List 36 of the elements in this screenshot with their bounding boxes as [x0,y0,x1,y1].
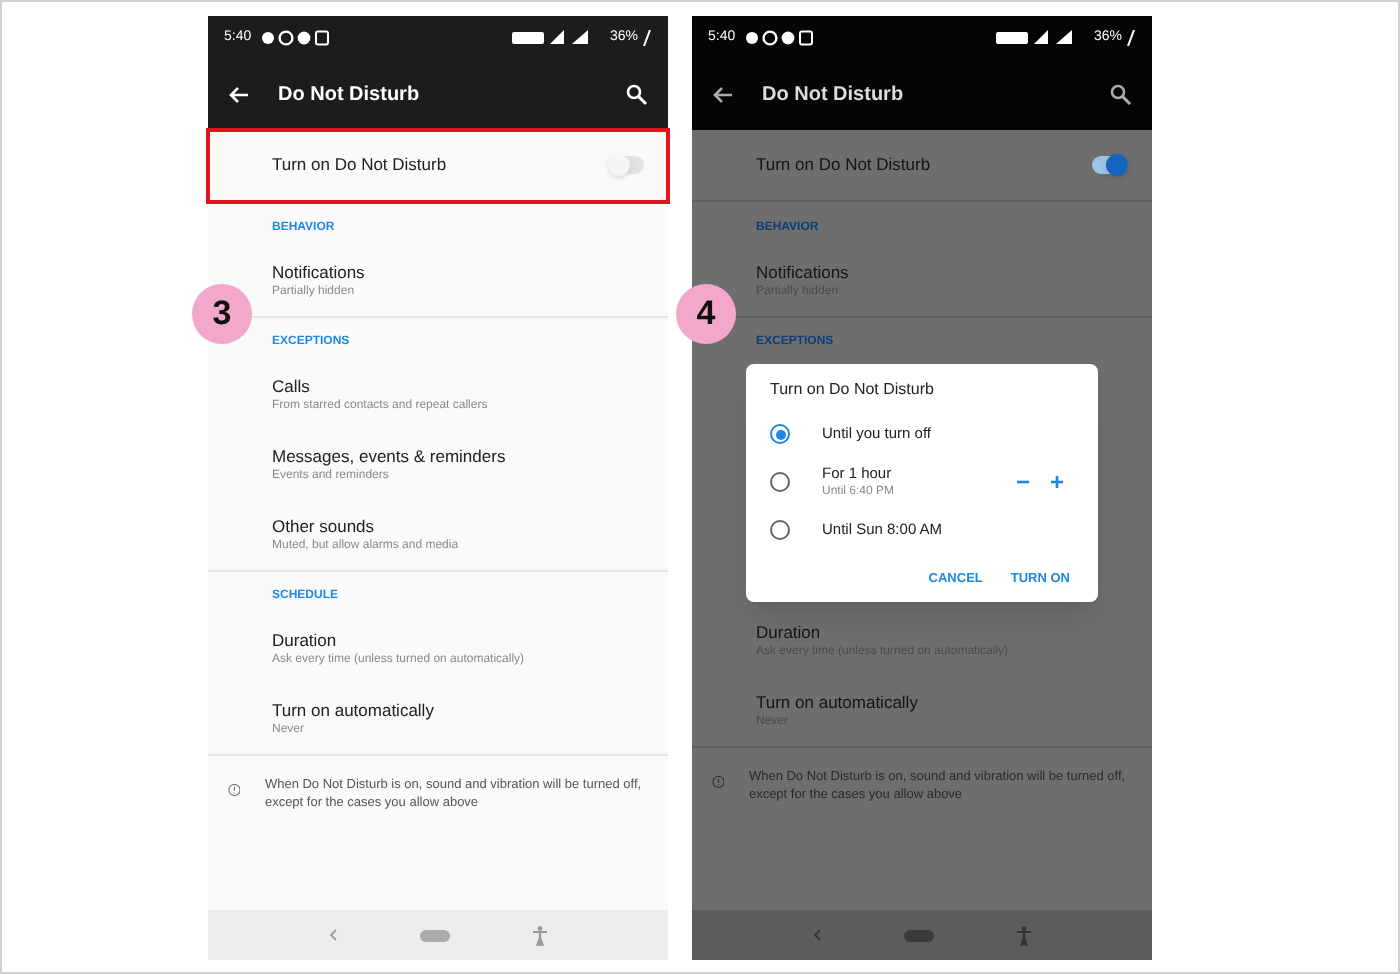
toggle-row[interactable]: Turn on Do Not Disturb [692,130,1152,202]
back-icon[interactable] [328,928,341,942]
home-button[interactable] [420,929,451,941]
item-title: Other sounds [272,516,377,538]
search-icon[interactable] [626,84,648,106]
info-icon [228,780,241,800]
screen-title: Do Not Disturb [278,82,420,110]
item-title: Turn on automatically [272,700,436,722]
accessibility-icon[interactable] [531,925,548,945]
search-icon[interactable] [1110,84,1132,106]
accessibility-icon[interactable] [1015,925,1032,945]
step-badge: 4 [676,284,736,344]
toggle-switch[interactable] [1092,156,1128,174]
toggle-label: Turn on Do Not Disturb [756,152,933,178]
item-title: Duration [756,621,823,644]
back-icon[interactable] [812,928,825,942]
step-badge: 3 [192,284,252,344]
item-title: Notifications [756,262,851,284]
item-title: Notifications [272,262,367,284]
screen-title: Do Not Disturb [762,82,904,110]
back-arrow-icon[interactable] [712,86,734,104]
item-title: Duration [272,630,339,652]
radio-button[interactable] [770,520,790,540]
info-icon [712,771,725,792]
increase-button[interactable]: + [1039,470,1074,494]
item-title: Turn on automatically [756,691,920,714]
decrease-button[interactable]: − [1005,470,1040,494]
dialog-title: Turn on Do Not Disturb [770,378,936,402]
radio-button[interactable] [770,472,790,492]
home-button[interactable] [904,929,935,941]
toggle-switch[interactable] [608,156,644,174]
toggle-label: Turn on Do Not Disturb [272,152,449,178]
radio-button[interactable] [770,424,790,444]
toggle-row[interactable]: Turn on Do Not Disturb [208,130,668,202]
item-title: Messages, events & reminders [272,446,508,468]
item-title: Calls [272,376,312,398]
